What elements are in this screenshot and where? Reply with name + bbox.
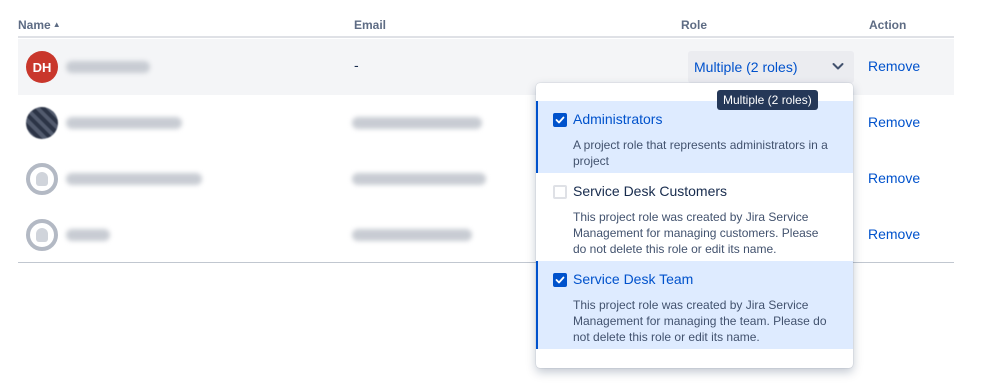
role-select-value: Multiple (2 roles) (694, 59, 798, 75)
column-header-action: Action (869, 18, 907, 32)
role-option-title: Service Desk Customers (573, 183, 728, 199)
role-option-description: This project role was created by Jira Se… (573, 298, 827, 344)
remove-button[interactable]: Remove (868, 170, 920, 186)
avatar (26, 219, 58, 251)
remove-button[interactable]: Remove (868, 226, 920, 242)
role-option-title: Service Desk Team (573, 271, 694, 287)
user-email-redacted (352, 117, 482, 129)
sort-ascending-icon: ▲ (52, 20, 61, 29)
role-option-title: Administrators (573, 111, 663, 127)
role-option-description: This project role was created by Jira Se… (573, 210, 819, 256)
role-option-service-desk-team[interactable]: Service Desk Team This project role was … (536, 261, 853, 349)
role-option-description: A project role that represents administr… (573, 138, 828, 168)
remove-button[interactable]: Remove (868, 114, 920, 130)
avatar (26, 107, 58, 139)
avatar: DH (26, 51, 58, 83)
column-header-name-label: Name (18, 18, 51, 32)
role-dropdown-menu: Administrators A project role that repre… (536, 83, 853, 368)
column-header-name[interactable]: Name ▲ (18, 18, 61, 32)
role-select[interactable]: Multiple (2 roles) (688, 51, 854, 83)
role-option-administrators[interactable]: Administrators A project role that repre… (536, 101, 853, 173)
chevron-down-icon[interactable] (830, 58, 846, 74)
user-name-redacted (66, 229, 110, 241)
column-header-email: Email (354, 18, 387, 32)
project-people-page: Name ▲ Email Role Action DH - Multiple (2… (0, 0, 999, 385)
checkbox-unchecked-icon[interactable] (553, 185, 567, 199)
table-header: Name ▲ Email Role Action (18, 0, 954, 38)
user-name-redacted (66, 117, 182, 129)
avatar (26, 163, 58, 195)
checkbox-checked-icon[interactable] (553, 113, 567, 127)
user-email: - (354, 57, 359, 73)
user-email-redacted (352, 229, 472, 241)
user-name-redacted (66, 173, 202, 185)
role-tooltip: Multiple (2 roles) (717, 90, 818, 110)
checkbox-checked-icon[interactable] (553, 273, 567, 287)
role-option-service-desk-customers[interactable]: Service Desk Customers This project role… (536, 173, 853, 261)
user-name-redacted (66, 61, 150, 73)
column-header-role: Role (681, 18, 708, 32)
user-email-redacted (352, 173, 486, 185)
remove-button[interactable]: Remove (868, 58, 920, 74)
